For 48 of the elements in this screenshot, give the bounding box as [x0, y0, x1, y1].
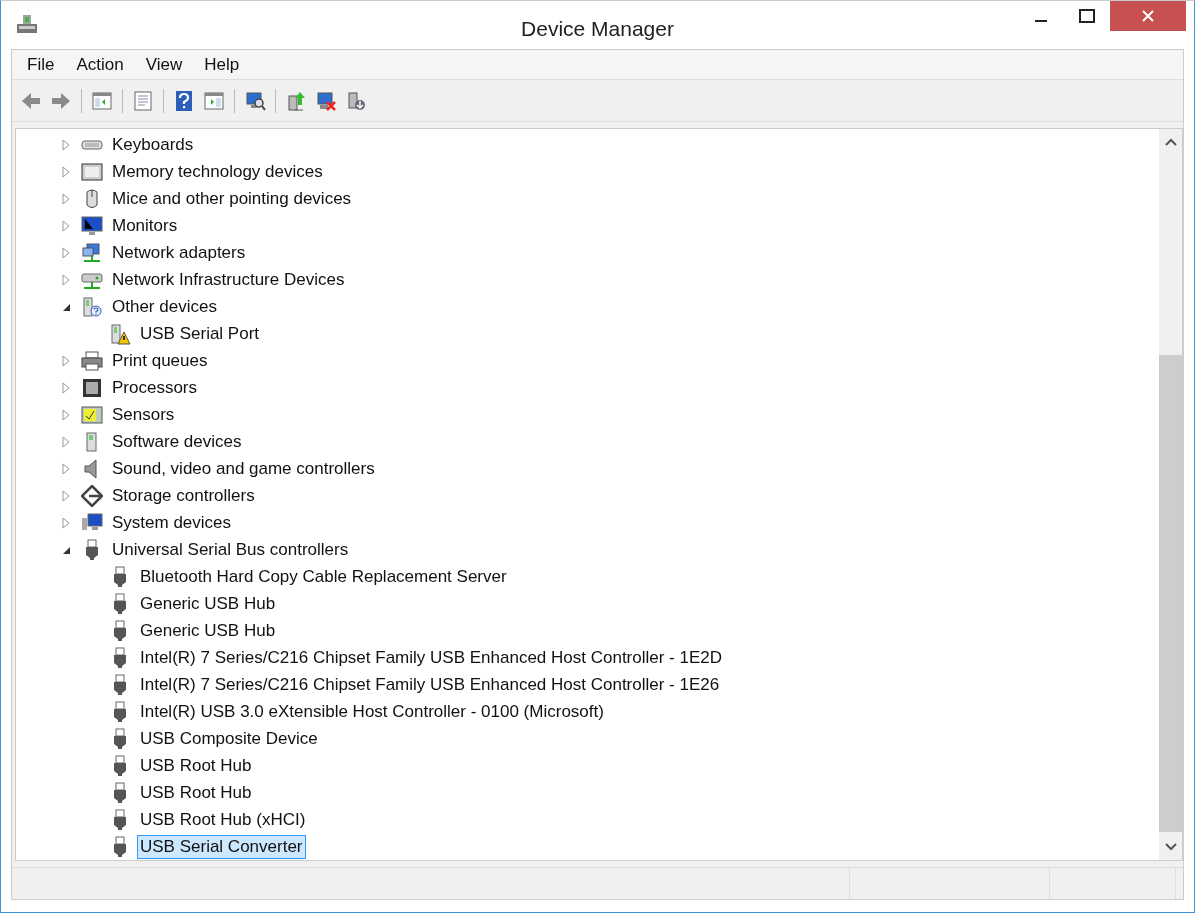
- tree-item[interactable]: USB Root Hub: [137, 780, 255, 805]
- storage-icon: [81, 484, 103, 507]
- tree-item[interactable]: System devices: [109, 510, 235, 535]
- tree-item[interactable]: Sound, video and game controllers: [109, 456, 378, 481]
- scroll-up-icon[interactable]: [1164, 138, 1177, 146]
- tree-item[interactable]: Processors: [109, 375, 201, 400]
- tree-item[interactable]: Software devices: [109, 429, 245, 454]
- scroll-down-icon[interactable]: [1164, 843, 1177, 851]
- tree-item[interactable]: Generic USB Hub: [137, 618, 279, 643]
- close-button[interactable]: [1110, 1, 1186, 31]
- tree-item[interactable]: Bluetooth Hard Copy Cable Replacement Server: [137, 564, 510, 589]
- maximize-icon: [1079, 9, 1095, 23]
- menu-item[interactable]: Help: [193, 51, 251, 78]
- menu-item[interactable]: Action: [65, 51, 135, 78]
- tree-item[interactable]: Network Infrastructure Devices: [109, 267, 348, 292]
- tree-item[interactable]: Keyboards: [109, 132, 197, 157]
- tree-item[interactable]: Intel(R) USB 3.0 eXtensible Host Controller - 0100 (Microsoft): [137, 699, 607, 724]
- memory-card-icon: [81, 160, 103, 183]
- tree-item[interactable]: Network adapters: [109, 240, 249, 265]
- tree-item[interactable]: Sensors: [109, 402, 178, 427]
- tree-item[interactable]: USB Composite Device: [137, 726, 321, 751]
- tree-item[interactable]: Intel(R) 7 Series/C216 Chipset Family USB Enhanced Host Controller - 1E2D: [137, 645, 726, 670]
- window-title: Device Manager: [521, 17, 674, 40]
- tree-item[interactable]: Mice and other pointing devices: [109, 186, 355, 211]
- tree-item[interactable]: USB Root Hub: [137, 753, 255, 778]
- minimize-icon: [1035, 20, 1047, 22]
- tree-item[interactable]: Intel(R) 7 Series/C216 Chipset Family USB Enhanced Host Controller - 1E26: [137, 672, 723, 697]
- tree-item[interactable]: USB Serial Converter: [137, 834, 306, 859]
- monitor-icon: [81, 214, 103, 237]
- menu-item[interactable]: View: [134, 51, 194, 78]
- network-icon: [81, 241, 103, 264]
- tree-item[interactable]: Print queues: [109, 348, 211, 373]
- printer-icon: [81, 349, 103, 372]
- tree-item[interactable]: Memory technology devices: [109, 159, 326, 184]
- tree-item[interactable]: Other devices: [109, 294, 220, 319]
- tree-item[interactable]: USB Root Hub (xHCI): [137, 807, 309, 832]
- tree-item[interactable]: Universal Serial Bus controllers: [109, 537, 352, 562]
- close-icon: [1141, 9, 1155, 23]
- tree-item[interactable]: USB Serial Port: [137, 321, 263, 346]
- tree-item[interactable]: Generic USB Hub: [137, 591, 279, 616]
- tree-item[interactable]: Monitors: [109, 213, 181, 238]
- scrollbar-thumb[interactable]: [1159, 355, 1182, 832]
- sensor-icon: [81, 403, 103, 426]
- device-warning-icon: [109, 322, 131, 345]
- chip-icon: [81, 376, 103, 399]
- unknown-device-icon: [81, 295, 103, 318]
- menu-item[interactable]: File: [16, 51, 66, 78]
- tree-item[interactable]: Storage controllers: [109, 483, 258, 508]
